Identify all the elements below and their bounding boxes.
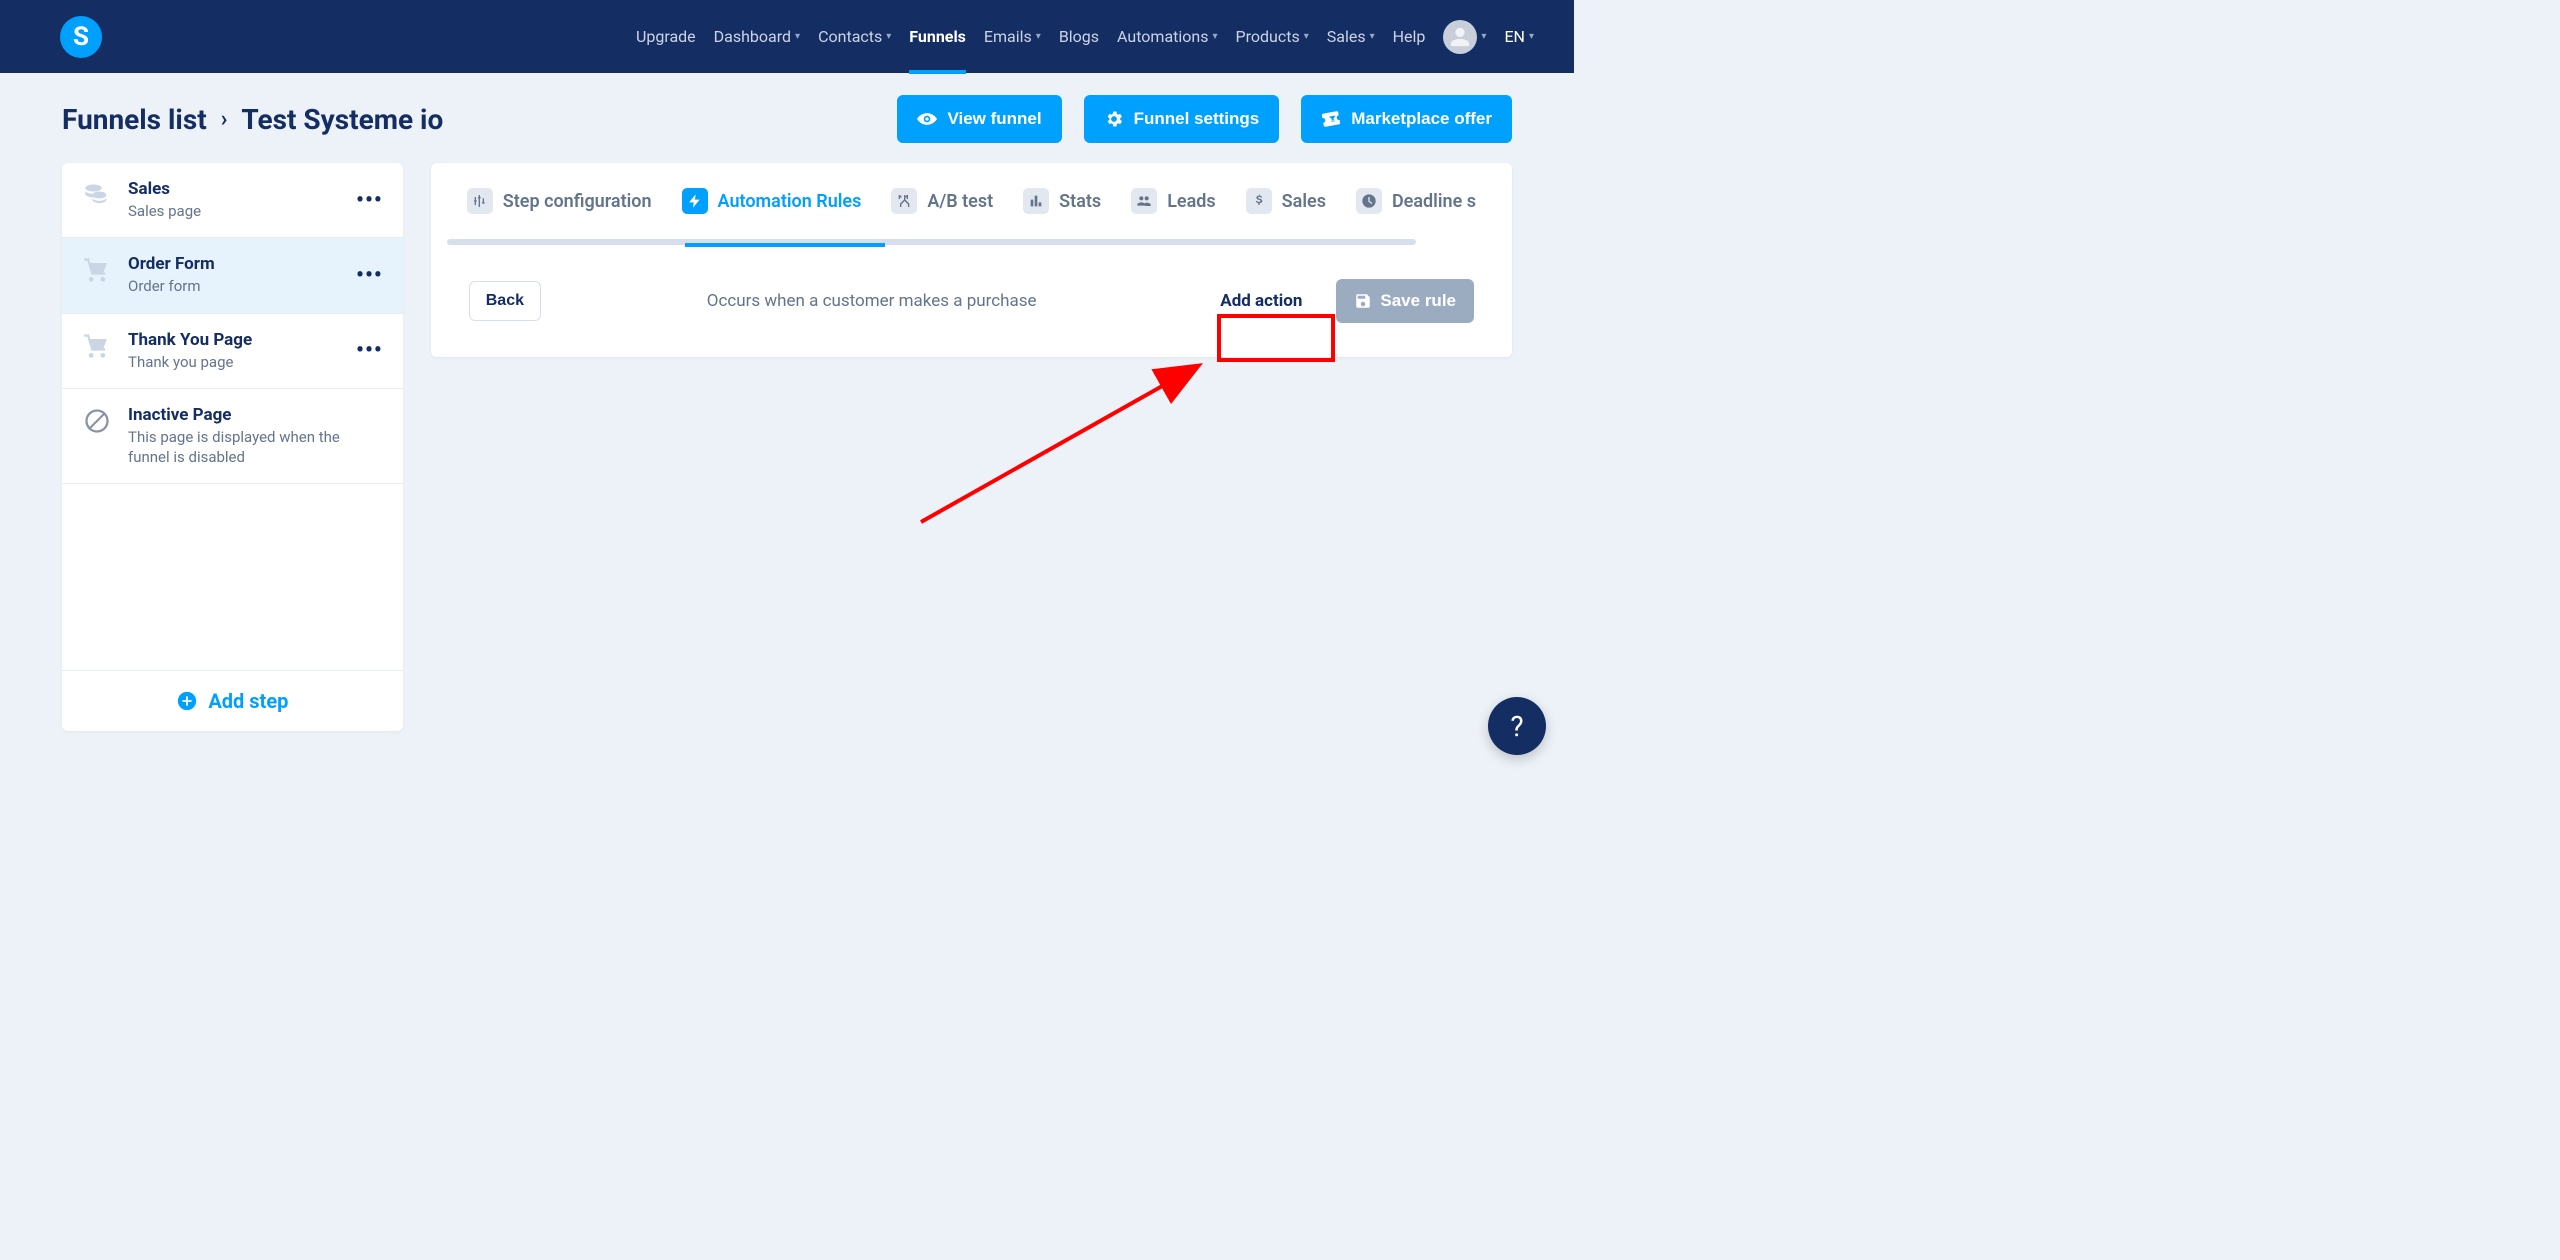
plus-circle-icon <box>176 690 198 712</box>
step-item-order-form[interactable]: Order Form Order form ••• <box>62 238 403 313</box>
step-more-icon[interactable]: ••• <box>356 194 383 207</box>
chevron-down-icon: ▾ <box>1370 31 1375 42</box>
help-icon: ? <box>1510 710 1523 743</box>
language-switch[interactable]: EN▾ <box>1504 27 1534 46</box>
marketplace-offer-button[interactable]: Marketplace offer <box>1301 95 1512 143</box>
step-title: Order Form <box>128 254 340 274</box>
sliders-icon <box>467 188 493 214</box>
header-actions: View funnel Funnel settings Marketplace … <box>897 95 1512 143</box>
tab-leads[interactable]: Leads <box>1131 181 1215 239</box>
steps-list: Sales Sales page ••• Order Form Order fo… <box>62 163 403 670</box>
eye-icon <box>917 109 937 129</box>
chevron-down-icon: ▾ <box>1213 31 1218 42</box>
content-columns: Sales Sales page ••• Order Form Order fo… <box>62 163 1512 731</box>
gear-icon <box>1104 109 1124 129</box>
app-logo[interactable]: S <box>60 16 102 58</box>
nav-items: Upgrade Dashboard▾ Contacts▾ Funnels Ema… <box>636 0 1534 73</box>
nav-blogs[interactable]: Blogs <box>1059 0 1099 73</box>
step-item-inactive[interactable]: Inactive Page This page is displayed whe… <box>62 389 403 485</box>
ban-icon <box>82 407 112 435</box>
save-icon <box>1354 292 1372 310</box>
step-subtitle: Sales page <box>128 201 340 221</box>
chevron-down-icon: ▾ <box>795 31 800 42</box>
breadcrumb-root[interactable]: Funnels list <box>62 103 207 136</box>
nav-help[interactable]: Help <box>1393 0 1426 73</box>
cart-check-icon <box>82 332 112 360</box>
nav-dashboard[interactable]: Dashboard▾ <box>714 0 800 73</box>
tab-ab-test[interactable]: A/B test <box>891 181 993 239</box>
user-menu[interactable]: ▾ <box>1443 20 1486 54</box>
top-navbar: S Upgrade Dashboard▾ Contacts▾ Funnels E… <box>0 0 1574 73</box>
chevron-down-icon: ▾ <box>1481 31 1486 42</box>
logo-letter: S <box>73 22 89 52</box>
nav-products[interactable]: Products▾ <box>1236 0 1309 73</box>
bolt-icon <box>682 188 708 214</box>
tabs-card: Step configuration Automation Rules A/B … <box>431 163 1512 357</box>
tab-sales[interactable]: Sales <box>1246 181 1326 239</box>
step-item-sales[interactable]: Sales Sales page ••• <box>62 163 403 238</box>
dollar-icon <box>1246 188 1272 214</box>
step-title: Thank You Page <box>128 330 340 350</box>
tab-step-config[interactable]: Step configuration <box>467 181 652 239</box>
tabs-row: Step configuration Automation Rules A/B … <box>431 163 1512 239</box>
help-bubble[interactable]: ? <box>1488 697 1546 755</box>
split-icon <box>891 188 917 214</box>
save-rule-button[interactable]: Save rule <box>1336 279 1474 323</box>
step-subtitle: Order form <box>128 276 340 296</box>
step-subtitle: This page is displayed when the funnel i… <box>128 427 383 468</box>
ticket-icon <box>1321 109 1341 129</box>
nav-sales[interactable]: Sales▾ <box>1327 0 1375 73</box>
step-title: Inactive Page <box>128 405 383 425</box>
avatar <box>1443 20 1477 54</box>
step-subtitle: Thank you page <box>128 352 340 372</box>
rule-description: Occurs when a customer makes a purchase <box>541 291 1202 311</box>
tab-deadline[interactable]: Deadline s <box>1356 181 1476 239</box>
tab-automation-rules[interactable]: Automation Rules <box>682 181 862 239</box>
step-title: Sales <box>128 179 340 199</box>
chevron-right-icon: › <box>221 107 228 132</box>
add-action-button[interactable]: Add action <box>1202 281 1320 321</box>
clock-icon <box>1356 188 1382 214</box>
page-header: Funnels list › Test Systeme io View funn… <box>62 95 1512 143</box>
step-more-icon[interactable]: ••• <box>356 269 383 282</box>
steps-sidebar: Sales Sales page ••• Order Form Order fo… <box>62 163 403 731</box>
main-panel: Step configuration Automation Rules A/B … <box>431 163 1512 731</box>
cart-icon <box>82 256 112 284</box>
chevron-down-icon: ▾ <box>886 31 891 42</box>
page-body: Funnels list › Test Systeme io View funn… <box>0 73 1574 753</box>
coins-icon <box>82 181 112 209</box>
user-icon <box>1449 26 1471 48</box>
nav-automations[interactable]: Automations▾ <box>1117 0 1217 73</box>
tab-stats[interactable]: Stats <box>1023 181 1101 239</box>
add-step-button[interactable]: Add step <box>62 670 403 731</box>
breadcrumb: Funnels list › Test Systeme io <box>62 103 443 136</box>
bar-chart-icon <box>1023 188 1049 214</box>
funnel-settings-button[interactable]: Funnel settings <box>1084 95 1280 143</box>
breadcrumb-current: Test Systeme io <box>241 103 443 136</box>
step-more-icon[interactable]: ••• <box>356 344 383 357</box>
chevron-down-icon: ▾ <box>1304 31 1309 42</box>
chevron-down-icon: ▾ <box>1529 31 1534 42</box>
tabs-track <box>447 239 1496 245</box>
view-funnel-button[interactable]: View funnel <box>897 95 1061 143</box>
users-icon <box>1131 188 1157 214</box>
step-item-thank-you[interactable]: Thank You Page Thank you page ••• <box>62 314 403 389</box>
rule-panel: Back Occurs when a customer makes a purc… <box>431 245 1512 357</box>
nav-funnels[interactable]: Funnels <box>909 0 966 73</box>
chevron-down-icon: ▾ <box>1036 31 1041 42</box>
nav-contacts[interactable]: Contacts▾ <box>818 0 891 73</box>
nav-emails[interactable]: Emails▾ <box>984 0 1041 73</box>
back-button[interactable]: Back <box>469 281 541 321</box>
nav-upgrade[interactable]: Upgrade <box>636 0 696 73</box>
